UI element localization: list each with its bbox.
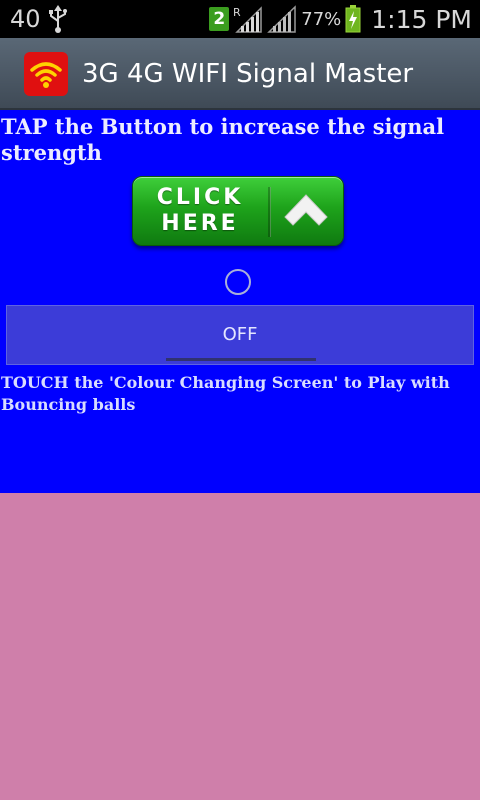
toggle-indicator	[166, 358, 316, 361]
button-divider	[268, 187, 271, 237]
sim-badge: 2	[209, 7, 230, 31]
click-here-button[interactable]: CLICK HERE	[132, 176, 344, 246]
signal-icon	[267, 5, 297, 33]
action-bar: 3G 4G WIFI Signal Master	[0, 38, 480, 110]
toggle-label: OFF	[222, 324, 258, 345]
notification-count: 40	[10, 5, 41, 33]
usb-icon	[47, 5, 69, 33]
touch-note-text: TOUCH the 'Colour Changing Screen' to Pl…	[1, 373, 450, 414]
app-title: 3G 4G WIFI Signal Master	[82, 59, 414, 89]
battery-percent: 77%	[301, 8, 342, 30]
content-panel: TAP the Button to increase the signal st…	[0, 110, 480, 493]
signal-toggle-button[interactable]: OFF	[6, 305, 474, 365]
battery-charging-icon	[345, 5, 361, 33]
svg-text:R: R	[233, 6, 241, 19]
chevron-up-icon	[281, 191, 331, 231]
click-here-label: CLICK HERE	[156, 185, 244, 236]
roaming-signal-icon: R	[233, 5, 263, 33]
status-bar: 40 2 R 77% 1:15 PM	[0, 0, 480, 38]
status-right: 2 R 77% 1:15 PM	[209, 3, 472, 35]
screen: 40 2 R 77% 1:15 PM 3G 4G WIFI Signal Mas…	[0, 0, 480, 800]
instruction-text: TAP the Button to increase the signal st…	[1, 114, 445, 165]
colour-changing-screen[interactable]	[0, 493, 480, 800]
wifi-icon[interactable]	[24, 52, 68, 96]
status-left: 40	[10, 4, 69, 34]
clock: 1:15 PM	[371, 4, 472, 34]
radio-button[interactable]	[225, 269, 251, 295]
